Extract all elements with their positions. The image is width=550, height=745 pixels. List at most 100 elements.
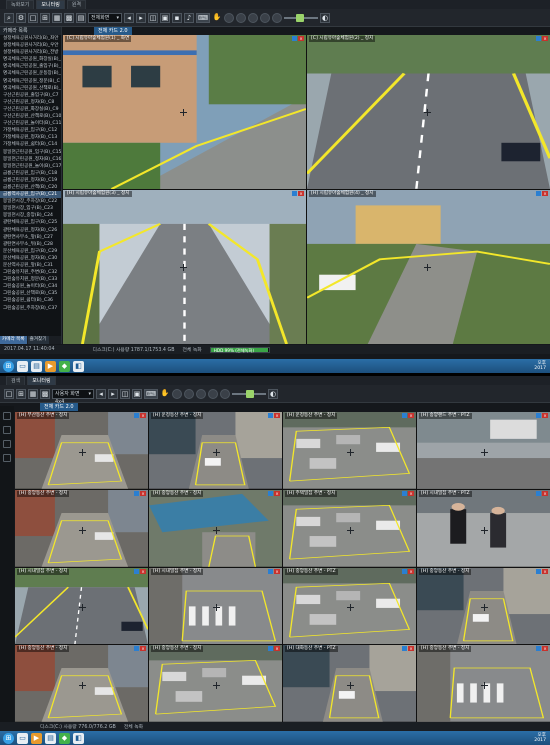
start-button-icon[interactable]: ⊞ xyxy=(3,732,14,744)
app-icon[interactable]: ◧ xyxy=(73,732,84,744)
layout-2x2-icon[interactable]: ⊞ xyxy=(16,388,26,399)
camera-tile[interactable]: [H] 중앙동산 주변 - 정지 × xyxy=(417,567,550,645)
camera-list-item[interactable]: 봉일천근린공원_입구(B)_C15 xyxy=(0,149,61,156)
audio-icon[interactable]: ♪ xyxy=(184,12,194,23)
camera-list-item[interactable]: 설정체육공원사거리(B)_전방 xyxy=(0,49,61,56)
hand-icon[interactable]: ✋ xyxy=(212,13,222,23)
close-icon[interactable]: × xyxy=(542,36,548,41)
camera-tile[interactable]: [C] 시립유아숲체험원(2) _ 정지 × xyxy=(307,35,550,189)
tab-remote[interactable]: 원격 xyxy=(66,0,87,9)
camera-list-item[interactable]: 가정체육공원_쉼터(B)_C14 xyxy=(0,141,61,148)
volume-slider[interactable] xyxy=(284,13,318,23)
layout-1x1-icon[interactable]: □ xyxy=(4,388,14,399)
close-icon[interactable]: × xyxy=(408,646,414,652)
group-tab[interactable]: 전체 카드 2.0 xyxy=(94,27,132,35)
gear-icon[interactable]: ⚙ xyxy=(16,12,26,23)
camera-list-item[interactable]: 봉일천시장_중앙(B)_C24 xyxy=(0,212,61,219)
camera-list-item[interactable]: 광탄체육공원_입구(B)_C25 xyxy=(0,219,61,226)
tab-favorites[interactable]: 즐겨찾기 xyxy=(27,336,49,344)
camera-list-item[interactable]: 구산근린공원_정자(B)_C8 xyxy=(0,99,61,106)
camera-list-item[interactable]: 봉일천시장_주차장(B)_C22 xyxy=(0,198,61,205)
camera-tile[interactable]: [H] 중앙동산 주변 - 정지 × xyxy=(15,645,148,722)
hand-icon[interactable]: ✋ xyxy=(160,389,170,399)
shield-icon[interactable]: ◆ xyxy=(59,732,70,744)
capture-icon[interactable]: ◫ xyxy=(148,12,158,23)
camera-list-item[interactable]: 설정체육공원사거리(B)_좌안 xyxy=(0,35,61,42)
camera-tile[interactable]: [H] 주택밀집 주변 - 정지 × xyxy=(283,489,416,567)
folder-icon[interactable]: ▤ xyxy=(45,732,56,744)
media-icon[interactable]: ▶ xyxy=(45,360,56,372)
close-icon[interactable]: × xyxy=(140,490,146,496)
snapshot-icon[interactable] xyxy=(248,12,258,23)
camera-list-item[interactable]: 그린숲공원_놀이터(B)_C34 xyxy=(0,283,61,290)
camera-list-item[interactable]: 문산체육공원_정자(B)_C30 xyxy=(0,255,61,262)
start-button-icon[interactable]: ⊞ xyxy=(3,360,14,372)
close-icon[interactable]: × xyxy=(542,413,548,418)
camera-tile[interactable]: [C] 시립유아숲체험원(1) _ 화면 × xyxy=(63,35,306,189)
camera-tile[interactable]: [H] 대화동산 주변 - PTZ × xyxy=(283,645,416,722)
snapshot-icon[interactable] xyxy=(196,388,206,399)
layout-4x4-icon[interactable]: ▩ xyxy=(40,388,50,399)
camera-tile[interactable]: [H] 중앙동산 주변 - 정지 × xyxy=(149,489,282,567)
close-icon[interactable]: × xyxy=(274,490,280,496)
close-icon[interactable]: × xyxy=(140,413,146,418)
close-icon[interactable]: × xyxy=(298,191,304,196)
camera-list-item[interactable]: 금릉역사공원_입구(B)_C21 xyxy=(0,191,61,199)
layout-3x3-icon[interactable]: ▦ xyxy=(52,12,62,23)
search-icon[interactable]: ⌕ xyxy=(4,12,14,23)
close-icon[interactable]: × xyxy=(542,490,548,496)
camera-list-item[interactable]: 봉일천근린공원_정자(B)_C16 xyxy=(0,156,61,163)
record-icon[interactable] xyxy=(172,388,182,399)
close-icon[interactable]: × xyxy=(140,646,146,652)
camera-list-item[interactable]: 구산근린공원_산책로(B)_C10 xyxy=(0,113,61,120)
camera-tile[interactable]: [H] 시립유아숲체험원(3) _ 정지 × xyxy=(63,190,306,344)
close-icon[interactable]: × xyxy=(542,191,548,196)
capture-icon[interactable]: ◫ xyxy=(120,388,130,399)
close-icon[interactable]: × xyxy=(542,568,548,574)
print-icon[interactable]: ▣ xyxy=(160,12,170,23)
camera-tile[interactable]: [H] 운정동산 주변 - 정지 × xyxy=(149,412,282,489)
camera-list-item[interactable]: 그린숲유치원_주변(B)_C32 xyxy=(0,269,61,276)
play-icon[interactable]: ▸ xyxy=(136,12,146,23)
camera-tile[interactable]: [H] 운정동산 주변 - 정지 × xyxy=(283,412,416,489)
camera-tile[interactable]: [H] 시내밀집 주변 - 정지 × xyxy=(149,567,282,645)
camera-tile[interactable]: [H] 부산동산 주변 - 정지 × xyxy=(15,412,148,489)
map-icon[interactable] xyxy=(3,426,11,434)
camera-list-item[interactable]: 광탄면사무소_뒤(B)_C28 xyxy=(0,241,61,248)
tab-search[interactable]: 검색 xyxy=(6,376,26,385)
tab-monitoring[interactable]: 모니터링 xyxy=(36,0,65,9)
close-icon[interactable]: × xyxy=(408,413,414,418)
camera-list-item[interactable]: 금릉근린공원_입구(B)_C18 xyxy=(0,170,61,177)
stop-icon[interactable] xyxy=(184,388,194,399)
camera-list-item[interactable]: 명곡체육근린공원_정문(B)_C xyxy=(0,78,61,85)
camera-list-item[interactable]: 구산근린공원_출입구(B)_C7 xyxy=(0,92,61,99)
layout-custom-icon[interactable]: ▤ xyxy=(76,12,86,23)
camera-list-item[interactable]: 설정체육공원사거리(B)_우안 xyxy=(0,42,61,49)
play-icon[interactable]: ▸ xyxy=(108,388,118,399)
layout-1x1-icon[interactable]: □ xyxy=(28,12,38,23)
prev-icon[interactable]: ◂ xyxy=(124,12,134,23)
close-icon[interactable]: × xyxy=(408,568,414,574)
camera-tile[interactable]: [H] 중앙동산 주변 - PTZ × xyxy=(283,567,416,645)
layout-4x4-icon[interactable]: ▩ xyxy=(64,12,74,23)
settings-icon[interactable] xyxy=(3,454,11,462)
camera-list-item[interactable]: 그린숲유치원_정문(B)_C33 xyxy=(0,276,61,283)
camera-list-item[interactable]: 금릉근린공원_정자(B)_C19 xyxy=(0,177,61,184)
camera-list-item[interactable]: 가정체육공원_정자(B)_C13 xyxy=(0,134,61,141)
focus-icon[interactable] xyxy=(220,388,230,399)
camera-tile[interactable]: [H] 시내밀집 주변 - 정지 × xyxy=(15,567,148,645)
close-icon[interactable]: × xyxy=(274,413,280,418)
camera-list-item[interactable]: 그린숲공원_주차장(B)_C37 xyxy=(0,305,61,312)
camera-tile[interactable]: [H] 송양랜드 주변 - PTZ × xyxy=(417,412,550,489)
keyboard-icon[interactable]: ⌨ xyxy=(196,12,210,23)
speaker-icon[interactable]: ◐ xyxy=(320,12,330,23)
tab-camera-list[interactable]: 카메라 목록 xyxy=(0,336,27,344)
camera-tile[interactable]: [H] 중앙동산 주변 - 정지 × xyxy=(149,645,282,722)
layout-3x3-icon[interactable]: ▦ xyxy=(28,388,38,399)
camera-list-item[interactable]: 그린숲공원_산책로(B)_C35 xyxy=(0,290,61,297)
camera-list-item[interactable]: 구산근린공원_놀이터(B)_C11 xyxy=(0,120,61,127)
record-icon[interactable] xyxy=(224,12,234,23)
ptz-icon[interactable]: ▪ xyxy=(172,12,182,23)
camera-tile[interactable]: [H] 시립유아숲체험원(4) _ 정지 × xyxy=(307,190,550,344)
layout-combo[interactable]: 사용자 화면 4x4 ▾ xyxy=(52,388,94,405)
